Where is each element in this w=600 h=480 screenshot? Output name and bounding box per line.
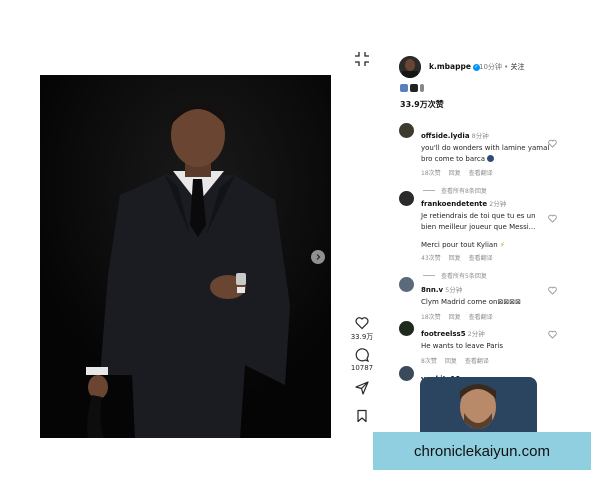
author-username[interactable]: k.mbappe ✓ [429,62,480,71]
comment-time: 2分钟 [489,200,507,208]
commenter-avatar[interactable] [399,321,414,336]
author-avatar[interactable] [399,56,421,78]
reply-button[interactable]: 回复 [449,168,461,177]
comment-actions: 43次赞 回复 查看翻译 [421,253,551,262]
comment-photo [420,377,537,437]
reply-button[interactable]: 回复 [445,356,457,365]
comment-actions: 8次赞 回复 查看翻译 [421,356,551,365]
translate-button[interactable]: 查看翻译 [465,356,489,365]
post-likes[interactable]: 33.9万次赞 [400,99,444,110]
comment-username[interactable]: footreelss5 [421,330,466,338]
bookmark-icon[interactable] [355,409,369,423]
translate-button[interactable]: 查看翻译 [469,168,493,177]
commenter-avatar[interactable] [399,277,414,292]
post-meta: 10分钟 • 关注 [479,62,525,72]
comment-time: 8分钟 [471,132,489,140]
comment-text: Clym Madrid come on⊠⊠⊠⊠ [421,298,521,306]
comment-likes[interactable]: 43次赞 [421,253,441,262]
post-time: 10分钟 [479,63,502,71]
comment-time: 2分钟 [467,330,485,338]
like-count: 33.9万 [350,333,374,341]
author-photo [399,56,421,78]
reply-button[interactable]: 回复 [449,312,461,321]
comment-text: He wants to leave Paris [421,342,503,350]
chevron-right-icon [316,254,321,260]
translate-button[interactable]: 查看翻译 [469,253,493,262]
save-action [350,409,374,423]
share-action [350,381,374,395]
comment-username[interactable]: 8nn.v [421,286,443,294]
emoji-icon [420,84,424,92]
emoji-icon [410,84,418,92]
commenter-avatar[interactable] [399,123,414,138]
post-photo[interactable] [40,75,331,438]
comment-username[interactable]: frankoendetente [421,200,487,208]
comment-action: 10787 [350,348,374,372]
comment-time: 5分钟 [445,286,463,294]
minimize-icon[interactable] [354,51,370,67]
reply-button[interactable]: 回复 [449,253,461,262]
comment-likes[interactable]: 8次赞 [421,356,437,365]
comment-bubble-icon[interactable] [355,348,369,362]
post-header: k.mbappe ✓ 10分钟 • 关注 [399,53,585,78]
comment-like-icon[interactable] [548,139,557,148]
comment-actions: 18次赞 回复 查看翻译 [421,312,551,321]
send-icon[interactable] [355,381,369,395]
meta-separator: • [504,63,509,71]
commenter-avatar[interactable] [399,366,414,381]
translate-button[interactable]: 查看翻译 [469,312,493,321]
caption-emojis [400,84,424,92]
comment-image[interactable] [420,377,537,437]
lightning-icon: ⚡ [499,241,505,249]
emoji-icon [400,84,408,92]
comment-count: 10787 [350,364,374,372]
watermark-banner: chroniclekaiyun.com [373,432,591,470]
comment-text: you'll do wonders with lamine yamal bro … [421,144,550,163]
comment-like-icon[interactable] [548,214,557,223]
comment-likes[interactable]: 18次赞 [421,312,441,321]
suited-man-illustration [40,75,331,438]
follow-button[interactable]: 关注 [511,63,525,71]
carousel-next-button[interactable] [311,250,325,264]
comments-panel: k.mbappe ✓ 10分钟 • 关注 33.9万次赞 offside.lydi… [395,48,585,480]
comment-like-icon[interactable] [548,286,557,295]
heart-outline-icon[interactable] [355,316,369,330]
replies-line [423,275,435,276]
emoji-icon [487,154,495,162]
comment-username[interactable]: offside.lydia [421,132,470,140]
like-action: 33.9万 [350,316,374,342]
comment-actions: 18次赞 回复 查看翻译 [421,168,551,177]
comment-likes[interactable]: 18次赞 [421,168,441,177]
comment-like-icon[interactable] [548,330,557,339]
comment-text: Je retiendrais de toi que tu es un bien … [421,212,536,231]
commenter-avatar[interactable] [399,191,414,206]
comment-text-continued: Merci pour tout Kylian ⚡ [421,241,505,249]
